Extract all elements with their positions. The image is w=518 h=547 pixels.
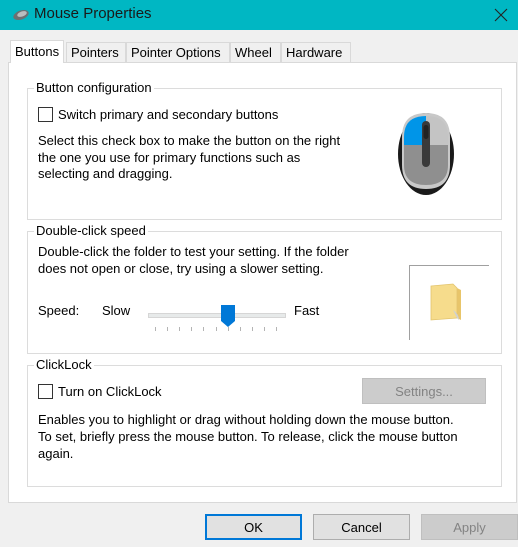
- folder-icon[interactable]: [429, 282, 465, 324]
- slider-tick: [155, 327, 156, 331]
- ok-button[interactable]: OK: [205, 514, 302, 540]
- description-line: Double-click the folder to test your set…: [38, 244, 349, 259]
- tab-wheel[interactable]: Wheel: [230, 42, 281, 63]
- button-label: Cancel: [341, 519, 382, 535]
- tab-pointer-options[interactable]: Pointer Options: [126, 42, 230, 63]
- slider-track[interactable]: [148, 313, 286, 318]
- slider-tick: [251, 327, 253, 331]
- tab-label: Wheel: [235, 45, 272, 60]
- close-icon: [494, 8, 508, 22]
- tab-label: Pointer Options: [131, 45, 221, 60]
- speed-label: Speed:: [38, 303, 80, 318]
- slider-tick: [191, 327, 193, 331]
- slider-tick: [227, 327, 229, 331]
- switch-buttons-checkbox[interactable]: [38, 107, 53, 122]
- tab-pointers[interactable]: Pointers: [66, 42, 126, 63]
- clicklock-group: ClickLock Turn on ClickLock Settings... …: [27, 357, 502, 487]
- fast-label: Fast: [294, 303, 320, 318]
- tab-label: Buttons: [15, 44, 60, 59]
- clicklock-label[interactable]: Turn on ClickLock: [58, 384, 162, 400]
- button-configuration-group: Button configuration Switch primary and …: [27, 80, 502, 220]
- button-label: Settings...: [395, 383, 453, 399]
- slider-tick: [263, 327, 265, 331]
- button-label: OK: [244, 519, 263, 535]
- cancel-button[interactable]: Cancel: [313, 514, 410, 540]
- description-line: Select this check box to make the button…: [38, 133, 341, 148]
- test-area[interactable]: [409, 265, 489, 340]
- description-line: Enables you to highlight or drag without…: [38, 412, 454, 427]
- group-label: Double-click speed: [34, 223, 148, 239]
- apply-button[interactable]: Apply: [421, 514, 518, 540]
- description-line: selecting and dragging.: [38, 166, 173, 181]
- slider-tick: [239, 327, 241, 331]
- close-button[interactable]: [484, 0, 518, 30]
- tab-panel-buttons: Button configuration Switch primary and …: [8, 62, 517, 503]
- tab-buttons[interactable]: Buttons: [10, 40, 65, 63]
- double-click-speed-group: Double-click speed Double-click the fold…: [27, 223, 502, 354]
- description-line: does not open or close, try using a slow…: [38, 261, 324, 276]
- mouse-icon: [13, 9, 29, 21]
- slider-thumb[interactable]: [220, 305, 235, 327]
- slider-tick: [179, 327, 181, 331]
- title-bar: Mouse Properties: [0, 0, 518, 30]
- switch-buttons-label[interactable]: Switch primary and secondary buttons: [58, 107, 278, 123]
- tab-hardware[interactable]: Hardware: [281, 42, 351, 63]
- description-line: To set, briefly press the mouse button. …: [38, 429, 458, 444]
- slider-tick: [276, 327, 277, 331]
- description-line: again.: [38, 446, 74, 461]
- settings-button[interactable]: Settings...: [362, 378, 486, 404]
- double-click-speed-slider[interactable]: [148, 302, 286, 332]
- group-label: ClickLock: [34, 357, 94, 373]
- slow-label: Slow: [102, 303, 131, 318]
- tab-label: Hardware: [286, 45, 343, 60]
- tab-label: Pointers: [71, 45, 119, 60]
- slider-tick: [167, 327, 169, 331]
- slider-tick: [215, 327, 217, 331]
- slider-tick: [203, 327, 205, 331]
- button-label: Apply: [453, 519, 486, 535]
- window-title: Mouse Properties: [34, 5, 152, 22]
- description-line: the one you use for primary functions su…: [38, 150, 301, 165]
- group-label: Button configuration: [34, 80, 154, 96]
- mouse-illustration-icon: [398, 113, 454, 195]
- clicklock-checkbox[interactable]: [38, 384, 53, 399]
